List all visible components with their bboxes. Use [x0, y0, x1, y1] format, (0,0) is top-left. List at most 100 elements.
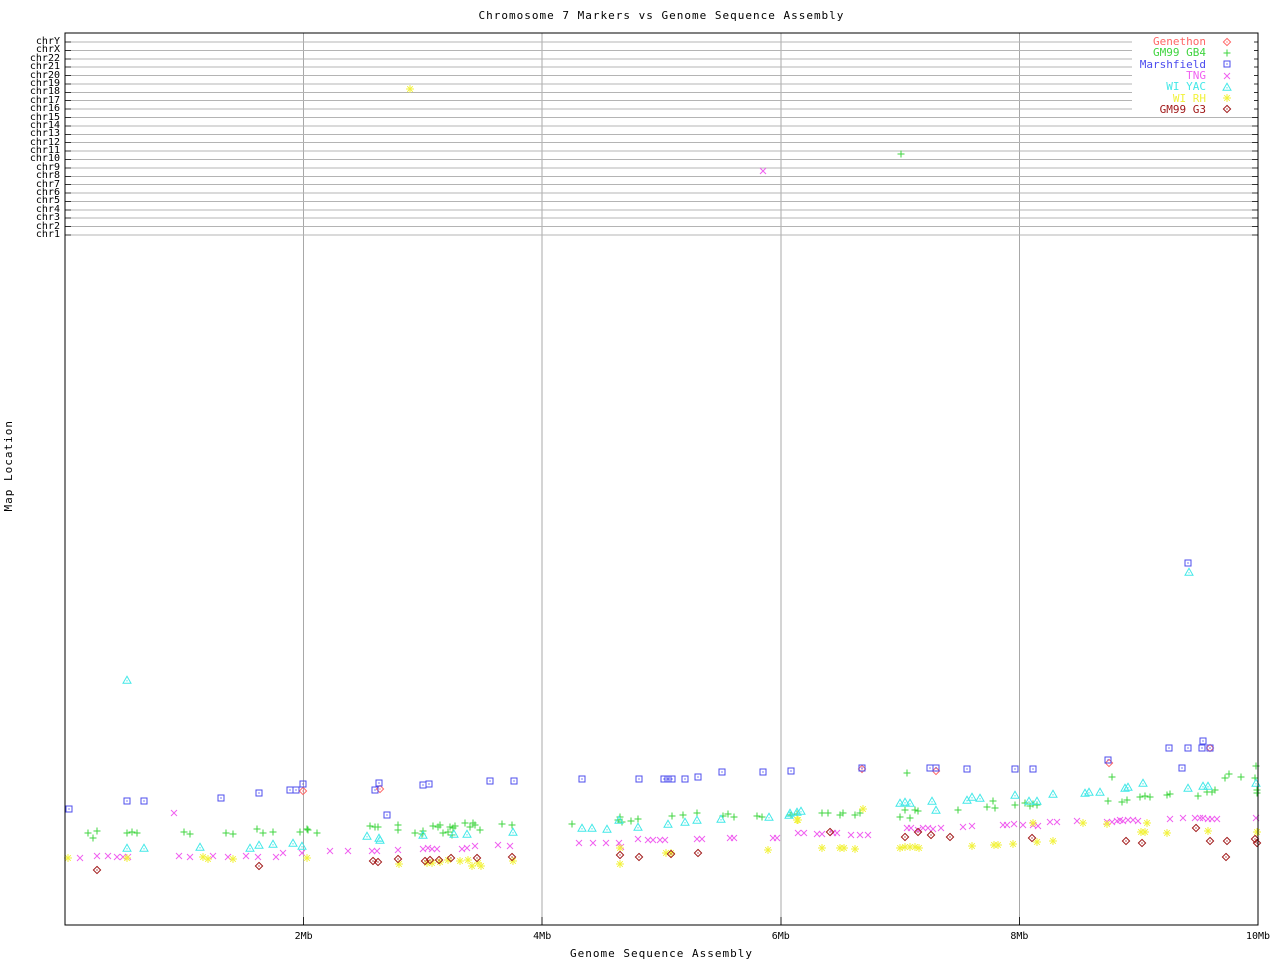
marker-gm99gb4 — [429, 822, 437, 830]
marker-marshfield — [1199, 737, 1207, 745]
marker-marshfield — [759, 768, 767, 776]
marker-gm99gb4 — [983, 803, 991, 811]
x-tick-label: 8Mb — [1010, 931, 1029, 942]
marker-wirh — [993, 840, 1003, 850]
marker-marshfield — [1029, 765, 1037, 773]
marker-gm99gb4 — [1163, 791, 1171, 799]
legend-item: WI YAC — [1132, 81, 1254, 92]
marker-gm99g3 — [92, 865, 102, 875]
marker-tng — [242, 852, 250, 860]
marker-gm99gb4 — [366, 822, 374, 830]
marker-tng — [649, 836, 657, 844]
marker-tng — [1213, 815, 1221, 823]
marker-marshfield — [963, 765, 971, 773]
marker-gm99gb4 — [229, 830, 237, 838]
marker-wirh — [463, 855, 473, 865]
plot-area — [63, 32, 1262, 926]
marker-wiyac — [577, 823, 587, 832]
marker-wirh — [1078, 818, 1088, 828]
marker-marshfield — [1011, 765, 1019, 773]
marker-gm99gb4 — [753, 812, 761, 820]
gm99g3-marker-icon — [1222, 105, 1232, 114]
marker-tng — [506, 842, 514, 850]
marker-gm99g3 — [1191, 823, 1201, 833]
marker-wirh — [203, 854, 213, 864]
x-axis-title: Genome Sequence Assembly — [570, 947, 753, 960]
legend-item: GM99 G3 — [1132, 104, 1254, 115]
marker-marshfield — [510, 777, 518, 785]
marker-wirh — [1252, 827, 1262, 837]
marker-gm99g3 — [393, 854, 403, 864]
marker-wiyac — [633, 822, 643, 831]
marker-tng — [773, 834, 781, 842]
marker-wiyac — [1184, 567, 1194, 576]
marker-gm99g3 — [693, 848, 703, 858]
marker-marshfield — [718, 768, 726, 776]
marker-gm99gb4 — [989, 797, 997, 805]
marker-tng — [1034, 822, 1042, 830]
marker-wiyac — [195, 842, 205, 851]
marker-tng — [272, 853, 280, 861]
tng-marker-icon — [1223, 72, 1231, 80]
marker-gm99gb4 — [1194, 792, 1202, 800]
plot-border — [64, 32, 1259, 926]
marker-marshfield — [123, 797, 131, 805]
marker-wiyac — [362, 831, 372, 840]
marker-gm99gb4 — [498, 820, 506, 828]
marker-marshfield — [681, 775, 689, 783]
x-tick-label: 6Mb — [771, 931, 790, 942]
marker-gm99gb4 — [668, 812, 676, 820]
marker-tng — [589, 839, 597, 847]
marker-marshfield — [664, 775, 672, 783]
marker-gm99gb4 — [508, 821, 516, 829]
marker-wirh — [1162, 828, 1172, 838]
x-tick-label: 4Mb — [533, 931, 552, 942]
marker-gm99gb4 — [901, 806, 909, 814]
marker-tng — [1046, 818, 1054, 826]
marker-gm99gb4 — [954, 806, 962, 814]
marker-wiyac — [692, 815, 702, 824]
marker-tng — [693, 835, 701, 843]
marker-gm99gb4 — [1033, 801, 1041, 809]
marker-wiyac — [122, 675, 132, 684]
marker-tng — [800, 829, 808, 837]
axes-frame-layer — [64, 32, 1259, 926]
marker-tng — [661, 836, 669, 844]
marker-marshfield — [635, 775, 643, 783]
marker-wiyac — [449, 829, 459, 838]
marker-marshfield — [1198, 744, 1206, 752]
legend-label: WI YAC — [1166, 80, 1206, 94]
marker-wirh — [615, 859, 625, 869]
marker-gm99gb4 — [627, 817, 635, 825]
marker-marshfield — [140, 797, 148, 805]
marker-gm99gb4 — [896, 813, 904, 821]
marker-wiyac — [1138, 778, 1148, 787]
marker-marshfield — [1178, 764, 1186, 772]
marker-marshfield — [578, 775, 586, 783]
marker-gm99gb4 — [259, 829, 267, 837]
legend-item: GM99 GB4 — [1132, 47, 1254, 58]
marker-gm99g3 — [1205, 836, 1215, 846]
marker-gm99g3 — [615, 850, 625, 860]
marker-tng — [644, 836, 652, 844]
marker-marshfield — [1165, 744, 1173, 752]
marker-tng — [279, 849, 287, 857]
marker-tng — [864, 831, 872, 839]
marker-wirh — [817, 843, 827, 853]
marker-gm99gb4 — [911, 806, 919, 814]
marker-gm99gb4 — [568, 820, 576, 828]
marker-marshfield — [1184, 559, 1192, 567]
marker-gm99gb4 — [186, 830, 194, 838]
marker-gm99gb4 — [1136, 793, 1144, 801]
marker-gm99gb4 — [730, 813, 738, 821]
marker-wirh — [228, 854, 238, 864]
marker-tng — [494, 841, 502, 849]
marker-marshfield — [292, 786, 300, 794]
marker-wirh — [1102, 819, 1112, 829]
marker-wiyac — [1095, 787, 1105, 796]
marker-wiyac — [1251, 778, 1261, 787]
marker-wiyac — [927, 796, 937, 805]
marker-gm99gb4 — [89, 834, 97, 842]
genethon-marker-icon — [1222, 37, 1232, 46]
marker-gm99gb4 — [461, 819, 469, 827]
